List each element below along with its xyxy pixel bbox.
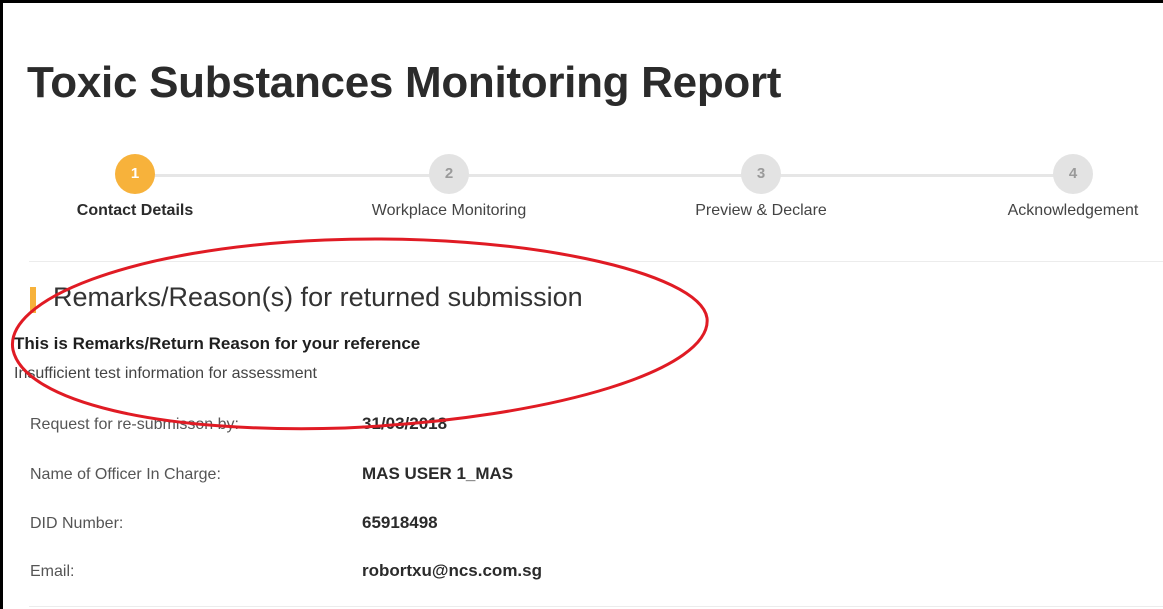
remarks-subtitle: This is Remarks/Return Reason for your r… (14, 334, 421, 353)
email-value: robortxu@ncs.com.sg (362, 561, 542, 580)
step-workplace-monitoring[interactable]: 2 Workplace Monitoring (349, 154, 549, 220)
step-number-badge: 4 (1053, 154, 1093, 194)
remarks-heading: Remarks/Reason(s) for returned submissio… (53, 282, 583, 312)
step-label: Workplace Monitoring (371, 202, 527, 219)
resubmission-date-label: Request for re-submisson by: (30, 416, 239, 433)
resubmission-date-value: 31/03/2018 (362, 414, 448, 433)
section-accent-bar (30, 287, 36, 313)
step-label: Acknowledgement (1007, 202, 1139, 219)
did-number-value: 65918498 (362, 513, 438, 532)
section-divider (29, 261, 1163, 262)
step-number-badge: 3 (741, 154, 781, 194)
did-number-label: DID Number: (30, 515, 124, 532)
step-number-badge: 2 (429, 154, 469, 194)
step-acknowledgement[interactable]: 4 Acknowledgement (973, 154, 1163, 220)
stepper-track (135, 174, 1073, 177)
step-label: Preview & Declare (695, 202, 827, 219)
step-preview-declare[interactable]: 3 Preview & Declare (661, 154, 861, 220)
officer-name-value: MAS USER 1_MAS (362, 464, 514, 483)
bottom-divider (29, 606, 1163, 607)
page-title: Toxic Substances Monitoring Report (27, 58, 782, 107)
step-contact-details[interactable]: 1 Contact Details (35, 154, 235, 220)
email-label: Email: (30, 563, 75, 580)
remarks-text: Insufficient test information for assess… (14, 365, 317, 382)
step-label: Contact Details (76, 202, 194, 219)
officer-name-label: Name of Officer In Charge: (30, 466, 221, 483)
step-number-badge: 1 (115, 154, 155, 194)
